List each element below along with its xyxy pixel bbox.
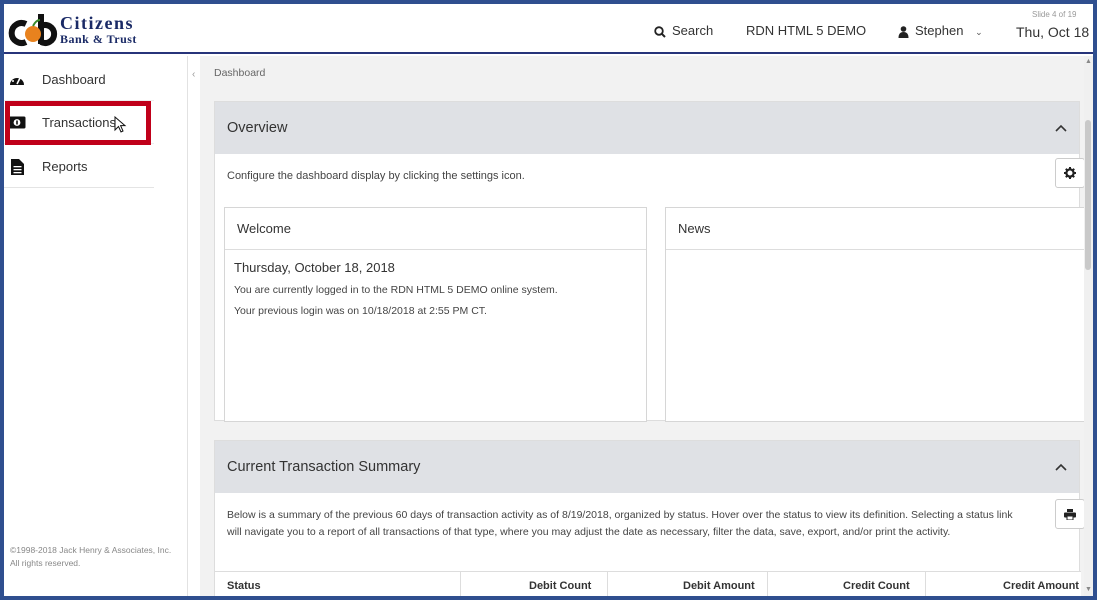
- slide-indicator: Slide 4 of 19: [1032, 10, 1077, 19]
- collapse-sidebar-icon[interactable]: ‹: [192, 69, 195, 80]
- sidebar-item-transactions[interactable]: Transactions: [4, 102, 154, 144]
- sidebar-item-label: Reports: [42, 159, 88, 174]
- column-header-debit-count[interactable]: Debit Count: [529, 580, 591, 592]
- overview-title: Overview: [227, 120, 288, 136]
- chevron-down-icon: ⌄: [975, 27, 983, 37]
- overview-panel: Overview Configure the dashboard display…: [214, 101, 1089, 422]
- summary-description: Below is a summary of the previous 60 da…: [227, 509, 1013, 538]
- column-divider: [767, 572, 768, 596]
- chevron-up-icon[interactable]: [1055, 463, 1067, 471]
- welcome-previous-login: Your previous login was on 10/18/2018 at…: [234, 305, 487, 317]
- bank-logo[interactable]: Citizens Bank & Trust: [8, 12, 168, 50]
- settings-button[interactable]: [1055, 158, 1085, 188]
- system-name-link[interactable]: RDN HTML 5 DEMO: [746, 23, 866, 38]
- sidebar-item-label: Dashboard: [42, 72, 106, 87]
- welcome-title: Welcome: [225, 208, 646, 250]
- column-divider: [460, 572, 461, 596]
- sidebar-item-dashboard[interactable]: Dashboard: [4, 59, 154, 101]
- dashboard-gauge-icon: [8, 73, 26, 87]
- search-icon: [654, 25, 666, 38]
- overview-description: Configure the dashboard display by click…: [227, 170, 525, 182]
- chevron-up-icon[interactable]: [1055, 124, 1067, 132]
- search-label: Search: [672, 23, 714, 38]
- money-icon: [8, 116, 26, 129]
- summary-table-header: Status Debit Count Debit Amount Credit C…: [215, 571, 1081, 596]
- logo-line-2: Bank & Trust: [60, 32, 137, 46]
- news-title: News: [666, 208, 1088, 250]
- current-date: Thu, Oct 18: [1016, 24, 1090, 40]
- welcome-date: Thursday, October 18, 2018: [234, 260, 395, 275]
- logo-text: Citizens Bank & Trust: [60, 14, 137, 46]
- sidebar-item-reports[interactable]: Reports: [4, 146, 154, 188]
- column-header-credit-amount[interactable]: Credit Amount: [1003, 580, 1079, 592]
- scroll-up-arrow-icon[interactable]: ▲: [1085, 58, 1092, 65]
- main-content: Dashboard Overview Configure the dashboa…: [200, 56, 1093, 596]
- scroll-down-arrow-icon[interactable]: ▼: [1085, 586, 1092, 593]
- gear-icon: [1064, 167, 1076, 179]
- user-icon: [898, 25, 909, 38]
- app-window: Citizens Bank & Trust Search RDN HTML 5 …: [4, 4, 1093, 596]
- welcome-widget: Welcome Thursday, October 18, 2018 You a…: [224, 207, 647, 422]
- transaction-summary-panel: Current Transaction Summary Below is a s…: [214, 440, 1085, 596]
- logo-line-1: Citizens: [60, 13, 134, 33]
- scrollbar-thumb[interactable]: [1085, 120, 1091, 270]
- column-header-status[interactable]: Status: [227, 580, 261, 592]
- search-button[interactable]: Search: [654, 23, 713, 38]
- sidebar: Dashboard Transactions Reports ©1998-201…: [4, 56, 188, 596]
- column-divider: [607, 572, 608, 596]
- print-button[interactable]: [1055, 499, 1085, 529]
- column-header-debit-amount[interactable]: Debit Amount: [683, 580, 755, 592]
- breadcrumb[interactable]: Dashboard: [214, 67, 265, 79]
- column-header-credit-count[interactable]: Credit Count: [843, 580, 910, 592]
- user-name: Stephen: [915, 23, 964, 38]
- print-icon: [1064, 508, 1076, 520]
- news-widget: News: [665, 207, 1089, 422]
- summary-title: Current Transaction Summary: [227, 459, 421, 475]
- logo-mark-icon: [8, 14, 58, 46]
- sidebar-item-label: Transactions: [42, 115, 116, 130]
- mouse-cursor-icon: [114, 115, 127, 133]
- document-icon: [8, 158, 26, 175]
- column-divider: [925, 572, 926, 596]
- copyright-text: ©1998-2018 Jack Henry & Associates, Inc.…: [10, 545, 172, 568]
- welcome-login-status: You are currently logged in to the RDN H…: [234, 284, 558, 296]
- summary-header[interactable]: Current Transaction Summary: [215, 441, 1079, 493]
- user-menu[interactable]: Stephen ⌄: [898, 23, 983, 38]
- top-bar: Citizens Bank & Trust Search RDN HTML 5 …: [4, 4, 1093, 54]
- overview-header[interactable]: Overview: [215, 102, 1079, 154]
